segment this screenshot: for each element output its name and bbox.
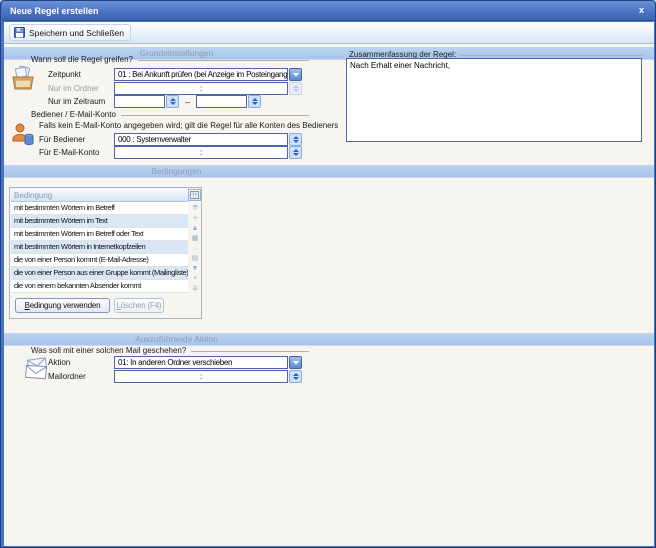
condition-row[interactable]: mit bestimmten Wörtern im Betreff oder T… [11,228,188,241]
fuer-bediener-spinner[interactable] [289,133,302,146]
divider-line [138,60,309,61]
use-condition-button[interactable]: Bedingung verwenden (Ret) [15,298,110,313]
group-aktion-frage-label: Was soll mit einer solchen Mail geschehe… [31,346,186,355]
dialog-content: Grundeinstellungen Wann soll die Regel g… [4,44,654,546]
condition-row[interactable]: mit bestimmten Wörtern im Betreff [11,202,188,215]
zeitpunkt-label: Zeitpunkt [48,70,81,79]
section-bedingungen-label: Bedingungen [4,165,349,178]
arrow-up-icon [293,149,299,152]
zeitraum-von-field[interactable] [114,95,165,108]
add-icon[interactable]: + [193,215,197,222]
search-icon[interactable]: ◌ [193,245,197,252]
condition-row[interactable]: mit bestimmten Wörtern im Text [11,215,188,228]
list-icon[interactable]: ▤ [192,255,199,262]
condition-row[interactable]: mit bestimmten Wörtern in Internetkopfze… [11,241,188,254]
arrow-up-icon [293,85,299,88]
group-wann-regel: Wann soll die Regel greifen? [31,55,309,64]
arrow-up-icon [293,373,299,376]
arrow-down-icon [293,153,299,156]
mailordner-label: Mailordner [48,372,86,381]
goto-first-icon[interactable]: ⇈ [192,205,198,212]
conditions-list-header: Bedingung [11,189,188,202]
zeitraum-dash: – [185,97,190,107]
page-up-icon[interactable]: ▲ [192,225,199,232]
chevron-down-icon [293,361,299,365]
goto-last-icon[interactable]: ⇊ [192,285,198,292]
zeitraum-von-spinner[interactable] [166,95,179,108]
arrow-up-icon [170,98,176,101]
page-down-icon[interactable]: ▼ [192,265,199,272]
close-icon[interactable]: x [639,1,644,21]
section-bedingungen: Bedingungen [4,165,654,178]
zeitraum-bis-field[interactable] [196,95,247,108]
conditions-groupbox: Bedingung ⇈ + ▲ ▦ ◌ ▤ ▼ + ⇊ mit bestimmt… [9,187,202,319]
inbox-icon [11,65,35,91]
arrow-up-icon [252,98,258,101]
save-and-close-button[interactable]: Speichern und Schließen [9,24,131,41]
condition-row[interactable]: die von einem bekannten Absender kommt [11,280,188,293]
fuer-bediener-label: Für Bediener [39,135,85,144]
aktion-dropdown-button[interactable] [289,356,302,369]
divider-line [121,115,309,116]
aktion-field[interactable]: 01: In anderen Ordner verschieben [114,356,288,369]
group-bediener-label: Bediener / E-Mail-Konto [31,110,116,119]
save-and-close-label: Speichern und Schließen [29,28,124,38]
group-wann-regel-label: Wann soll die Regel greifen? [31,55,133,64]
zeitraum-bis-spinner[interactable] [248,95,261,108]
divider-line [461,55,642,56]
title-bar: Neue Regel erstellen x [2,1,656,21]
list-nav-toolbar: ⇈ + ▲ ▦ ◌ ▤ ▼ + ⇊ [189,205,201,292]
mailordner-spinner[interactable] [289,370,302,383]
divider-line [191,351,309,352]
fuer-konto-spinner[interactable] [289,146,302,159]
nur-im-ordner-field[interactable]: : [114,82,288,95]
summary-box: Nach Erhalt einer Nachricht, [346,58,642,142]
dialog-window: Neue Regel erstellen x Speichern und Sch… [0,0,656,548]
condition-row[interactable]: die von einer Person kommt (E-Mail-Adres… [11,254,188,267]
fuer-konto-field[interactable]: : [114,146,288,159]
nur-im-ordner-spinner [289,82,302,95]
arrow-down-icon [293,89,299,92]
section-aktion: Auszuführende Aktion [4,333,654,346]
arrow-down-icon [252,102,258,105]
zeitpunkt-dropdown-button[interactable] [289,68,302,81]
zeitpunkt-field[interactable]: 01 : Bei Ankunft prüfen (bei Anzeige im … [114,68,288,81]
arrow-down-icon [293,140,299,143]
aktion-label: Aktion [48,358,70,367]
mailordner-field[interactable]: : [114,370,288,383]
arrow-down-icon [170,102,176,105]
nur-im-ordner-label: Nur im Ordner [48,84,99,93]
delete-condition-button[interactable]: Löschen (F4) [114,298,164,313]
user-account-icon [11,122,35,148]
toolbar: Speichern und Schließen [4,22,654,44]
section-aktion-label: Auszuführende Aktion [4,333,349,346]
group-aktion-frage: Was soll mit einer solchen Mail geschehe… [31,346,309,355]
arrow-up-icon [293,136,299,139]
arrow-down-icon [293,377,299,380]
condition-row[interactable]: die von einer Person aus einer Gruppe ko… [11,267,188,280]
fuer-bediener-field[interactable]: 000 : Systemverwalter [114,133,288,146]
table-view-icon[interactable] [188,189,201,201]
save-icon [14,27,25,38]
grid-icon[interactable]: ▦ [192,235,199,242]
window-title: Neue Regel erstellen [10,6,99,16]
nur-im-zeitraum-label: Nur im Zeitraum [48,97,105,106]
group-bediener: Bediener / E-Mail-Konto [31,110,309,119]
fuer-konto-label: Für E-Mail-Konto [39,148,99,157]
bediener-hinweis: Falls kein E-Mail-Konto angegeben wird; … [39,121,338,130]
chevron-down-icon [293,73,299,77]
add-icon[interactable]: + [193,275,197,282]
